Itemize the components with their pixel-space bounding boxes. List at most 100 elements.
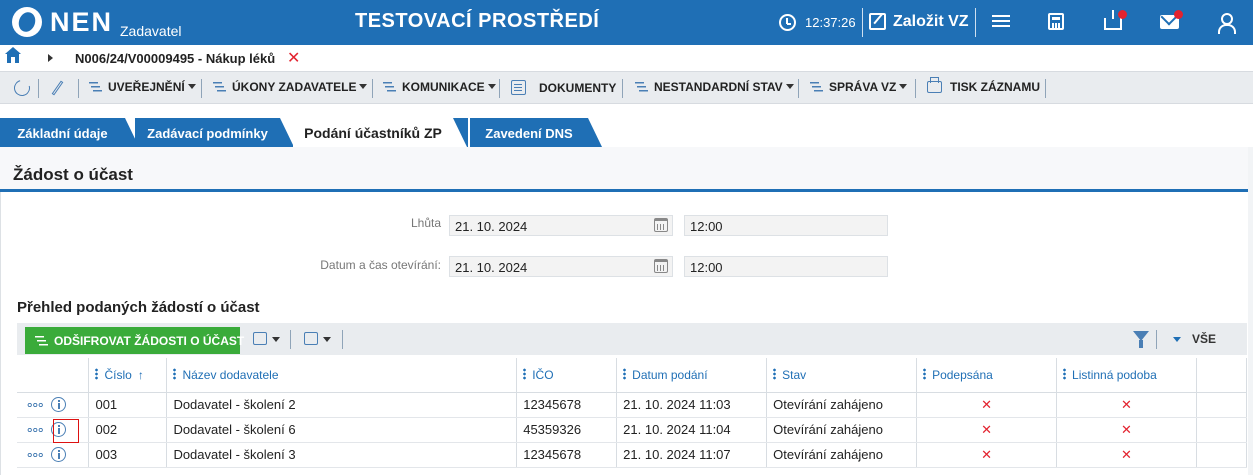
calendar-icon[interactable] <box>654 218 668 232</box>
menu-label: DOKUMENTY <box>539 81 617 95</box>
menu-komunikace[interactable]: KOMUNIKACE <box>383 80 496 94</box>
section-header: Žádost o účast <box>0 147 1248 192</box>
otevirani-time-value: 12:00 <box>690 260 723 275</box>
column-spacer <box>1196 358 1248 393</box>
column-header-stav[interactable]: Stav <box>766 358 918 393</box>
top-bar: NEN Zadavatel TESTOVACÍ PROSTŘEDÍ 12:37:… <box>0 0 1253 45</box>
breadcrumb-current[interactable]: N006/24/V00009495 - Nákup léků <box>75 51 275 66</box>
cell-ico: 12345678 <box>516 392 618 418</box>
calendar-icon[interactable] <box>654 259 668 273</box>
tab-zavedeni-dns[interactable]: Zavedení DNS <box>470 118 602 147</box>
menu-lines-icon <box>35 336 49 346</box>
column-header-cislo[interactable]: Číslo ↑ <box>88 358 168 393</box>
close-icon[interactable]: ✕ <box>287 48 300 68</box>
calculator-icon[interactable] <box>1048 13 1064 30</box>
decrypt-button-label: ODŠIFROVAT ŽÁDOSTI O ÚČAST <box>54 334 245 348</box>
menu-nestandardni-stav[interactable]: NESTANDARDNÍ STAV <box>635 80 794 94</box>
filter-icon[interactable] <box>1133 331 1149 348</box>
toolbar-divider <box>201 79 202 98</box>
toolbar-divider <box>622 79 623 98</box>
decrypt-requests-button[interactable]: ODŠIFROVAT ŽÁDOSTI O ÚČAST <box>25 327 244 354</box>
more-options-icon[interactable] <box>27 428 43 432</box>
column-header-nazev[interactable]: Název dodavatele <box>166 358 518 393</box>
cell-listinna-no-icon: ✕ <box>1056 442 1197 468</box>
cell-podepsana-no-icon: ✕ <box>916 442 1058 468</box>
menu-lines-icon <box>383 82 397 92</box>
cell-ico: 12345678 <box>516 442 618 468</box>
otevirani-time-field[interactable]: 12:00 <box>684 256 888 277</box>
clock-icon <box>779 14 796 31</box>
column-label: Číslo <box>104 367 132 382</box>
tab-zakladni-udaje[interactable]: Základní údaje <box>0 118 139 147</box>
section-title: Žádost o účast <box>13 165 133 184</box>
menu-lines-icon <box>635 82 649 92</box>
cell-cislo: 002 <box>88 417 168 443</box>
column-header-datum[interactable]: Datum podání <box>616 358 768 393</box>
column-menu-icon[interactable] <box>95 367 99 380</box>
toolbar-divider <box>499 79 500 98</box>
refresh-icon[interactable] <box>11 77 33 99</box>
table-row[interactable]: 003 Dodavatel - školení 3 12345678 21. 1… <box>17 442 1248 468</box>
grid-toolbar-divider <box>290 330 291 349</box>
column-menu-icon[interactable] <box>623 367 627 380</box>
column-header-podepsana[interactable]: Podepsána <box>916 358 1058 393</box>
menu-dokumenty[interactable]: DOKUMENTY <box>511 80 616 95</box>
menu-sprava-vz[interactable]: SPRÁVA VZ <box>810 80 908 94</box>
info-icon[interactable] <box>51 447 66 462</box>
cell-podepsana-no-icon: ✕ <box>916 392 1058 418</box>
cell-datum: 21. 10. 2024 11:04 <box>616 417 768 443</box>
lhuta-date-field[interactable]: 21. 10. 2024 <box>449 215 673 236</box>
chevron-down-icon <box>359 84 368 89</box>
cell-listinna-no-icon: ✕ <box>1056 417 1197 443</box>
cell-stav: Otevírání zahájeno <box>766 392 918 418</box>
more-options-icon[interactable] <box>27 403 43 407</box>
column-label: IČO <box>532 367 554 382</box>
column-header-ico[interactable]: IČO <box>516 358 618 393</box>
menu-uverejneni[interactable]: UVEŘEJNĚNÍ <box>89 80 196 94</box>
breadcrumb-arrow-icon <box>48 54 53 62</box>
otevirani-date-field[interactable]: 21. 10. 2024 <box>449 256 673 277</box>
cell-ico: 45359326 <box>516 417 618 443</box>
menu-label: KOMUNIKACE <box>402 80 485 94</box>
grid-title: Přehled podaných žádostí o účast <box>17 299 260 316</box>
chevron-down-icon[interactable] <box>323 337 331 342</box>
tab-podani-ucastniku[interactable]: Podání účastníků ZP <box>293 118 468 147</box>
chevron-down-icon[interactable] <box>272 337 280 342</box>
print-grid-icon[interactable] <box>253 332 267 345</box>
cell-podepsana-no-icon: ✕ <box>916 417 1058 443</box>
cell-stav: Otevírání zahájeno <box>766 442 918 468</box>
menu-icon[interactable] <box>990 12 1012 32</box>
column-menu-icon[interactable] <box>523 367 527 380</box>
cell-datum: 21. 10. 2024 11:07 <box>616 442 768 468</box>
export-icon[interactable] <box>304 332 318 345</box>
more-options-icon[interactable] <box>27 453 43 457</box>
column-menu-icon[interactable] <box>1063 367 1067 380</box>
menu-label: SPRÁVA VZ <box>829 80 897 94</box>
menu-ukony-zadavatele[interactable]: ÚKONY ZADAVATELE <box>213 80 368 94</box>
inbox-icon[interactable] <box>1104 10 1122 30</box>
home-icon[interactable] <box>5 47 21 63</box>
column-menu-icon[interactable] <box>773 367 777 380</box>
column-menu-icon[interactable] <box>923 367 927 380</box>
menu-lines-icon <box>213 82 227 92</box>
table-row[interactable]: 002 Dodavatel - školení 6 45359326 21. 1… <box>17 417 1248 443</box>
inbox-notification-badge <box>1118 10 1127 19</box>
info-icon[interactable] <box>51 397 66 412</box>
column-menu-icon[interactable] <box>173 367 177 380</box>
filter-scope-label[interactable]: VŠE <box>1192 332 1216 346</box>
column-header-listinna[interactable]: Listinná podoba <box>1056 358 1197 393</box>
chevron-down-icon <box>487 84 496 89</box>
lhuta-time-field[interactable]: 12:00 <box>684 215 888 236</box>
tab-zadavaci-podminky[interactable]: Zadávací podmínky <box>135 118 294 147</box>
table-row[interactable]: 001 Dodavatel - školení 2 12345678 21. 1… <box>17 392 1248 418</box>
main-panel: Žádost o účast Lhůta 21. 10. 2024 12:00 … <box>0 147 1253 475</box>
toolbar-divider <box>1045 79 1046 98</box>
logo-main-text: NEN <box>50 7 114 37</box>
row-actions-header <box>17 358 90 393</box>
pencil-icon[interactable] <box>51 80 64 96</box>
user-icon[interactable] <box>1217 13 1236 34</box>
cell-stav: Otevírání zahájeno <box>766 417 918 443</box>
menu-tisk-zaznamu[interactable]: TISK ZÁZNAMU <box>927 77 1040 94</box>
mail-notification-badge <box>1174 10 1183 19</box>
chevron-down-icon[interactable] <box>1173 337 1181 342</box>
